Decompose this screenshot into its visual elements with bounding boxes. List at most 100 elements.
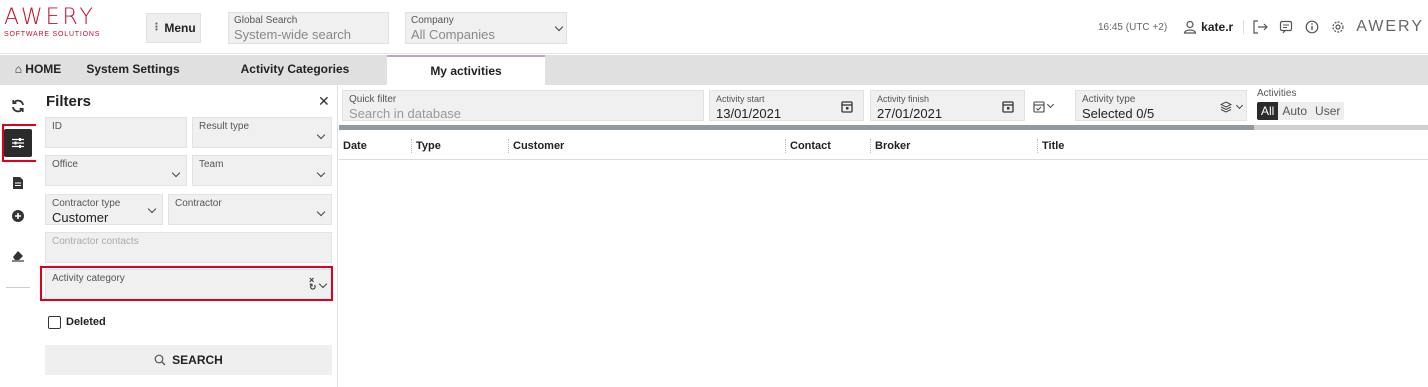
contractor-select[interactable]: Contractor — [168, 194, 332, 225]
logout-icon[interactable] — [1252, 19, 1269, 35]
calendar-icon[interactable] — [841, 100, 853, 113]
tab-my-activities[interactable]: My activities — [387, 55, 545, 85]
tab-system-settings-label: System Settings — [86, 62, 180, 76]
tab-my-activities-label: My activities — [430, 64, 502, 78]
plus-circle-icon — [12, 210, 24, 222]
top-right-controls: 16:45 (UTC +2) kate.r AWERY — [1098, 0, 1428, 54]
activity-start-value: 13/01/2021 — [716, 106, 782, 121]
tab-activity-categories-label: Activity Categories — [240, 62, 350, 76]
search-icon — [154, 354, 166, 366]
global-search-placeholder: System-wide search — [234, 27, 352, 42]
contractor-type-value: Customer — [52, 210, 109, 225]
menu-button[interactable]: ⋮ Menu — [146, 13, 201, 43]
refresh-button[interactable] — [4, 92, 32, 120]
home-icon: ⌂ — [14, 62, 22, 76]
rail-divider — [6, 287, 30, 288]
activities-option-all[interactable]: All — [1257, 102, 1279, 120]
company-select[interactable]: Company All Companies — [405, 12, 567, 44]
tab-home[interactable]: ⌂ HOME — [8, 55, 68, 85]
awery-logo[interactable]: AWERY SOFTWARE SOLUTIONS — [4, 5, 101, 39]
activities-option-auto[interactable]: Auto — [1278, 102, 1312, 120]
team-select[interactable]: Team — [192, 155, 332, 186]
user-icon — [1183, 20, 1197, 34]
global-search-input[interactable]: Global Search System-wide search — [228, 12, 389, 44]
chevron-down-icon — [316, 207, 326, 217]
contractor-type-label: Contractor type — [52, 198, 121, 209]
company-value: All Companies — [411, 27, 495, 42]
filters-panel: Filters ✕ ID Result type Office Team Con… — [36, 85, 338, 387]
activity-start-input[interactable]: Activity start 13/01/2021 — [709, 90, 864, 121]
user-menu[interactable]: kate.r — [1183, 20, 1245, 34]
filters-title: Filters — [46, 93, 92, 110]
column-header-contact[interactable]: Contact — [785, 139, 831, 153]
info-icon[interactable] — [1304, 19, 1320, 35]
tab-activity-categories[interactable]: Activity Categories — [236, 55, 354, 85]
contractor-contacts-label: Contractor contacts — [52, 236, 139, 247]
chevron-down-icon — [171, 168, 181, 178]
column-header-title[interactable]: Title — [1037, 139, 1064, 153]
chevron-down-icon — [1046, 100, 1055, 108]
menu-dots-icon: ⋮ — [151, 22, 161, 33]
contractor-contacts-input[interactable]: Contractor contacts — [45, 232, 332, 263]
result-type-label: Result type — [199, 121, 250, 132]
column-header-type[interactable]: Type — [411, 139, 441, 153]
quick-filter-label: Quick filter — [349, 94, 397, 105]
activities-toggle: All Auto User — [1257, 102, 1345, 120]
menu-label: Menu — [164, 21, 196, 35]
refresh-icon — [12, 99, 24, 113]
result-type-select[interactable]: Result type — [192, 117, 332, 148]
quick-filter-input[interactable]: Quick filter Search in database — [342, 90, 704, 121]
chevron-down-icon — [554, 22, 564, 32]
office-select[interactable]: Office — [45, 155, 187, 186]
close-icon[interactable]: ✕ — [318, 93, 330, 110]
tab-bar: ⌂ HOME System Settings Activity Categori… — [0, 55, 1428, 85]
awery-small-logo: AWERY — [1356, 18, 1424, 35]
activities-label: Activities — [1257, 88, 1297, 99]
column-header-customer[interactable]: Customer — [508, 139, 564, 153]
search-label: SEARCH — [172, 353, 223, 367]
search-button[interactable]: SEARCH — [45, 345, 332, 375]
top-bar: AWERY SOFTWARE SOLUTIONS ⋮ Menu Global S… — [0, 0, 1428, 54]
logo-main-text: AWERY — [4, 5, 96, 30]
activities-option-user[interactable]: User — [1311, 102, 1345, 120]
add-button[interactable] — [4, 202, 32, 230]
calendar-icon[interactable] — [1002, 100, 1014, 113]
contractor-label: Contractor — [175, 198, 222, 209]
activity-start-label: Activity start — [716, 94, 765, 104]
deleted-checkbox[interactable] — [48, 316, 61, 329]
column-header-date[interactable]: Date — [343, 139, 367, 153]
clear-filters-button[interactable] — [4, 241, 32, 269]
activity-type-label: Activity type — [1082, 94, 1136, 105]
calendar-check-icon — [1033, 100, 1045, 113]
activities-table-header: Date Type Customer Contact Broker Title — [339, 133, 1428, 160]
column-header-broker[interactable]: Broker — [870, 139, 910, 153]
progress-fill — [339, 125, 1254, 130]
chevron-down-icon — [147, 204, 157, 214]
activity-finish-value: 27/01/2021 — [877, 106, 943, 121]
activity-type-value: Selected 0/5 — [1082, 106, 1155, 121]
activities-toolbar: Quick filter Search in database Activity… — [339, 85, 1428, 125]
activity-category-highlight — [40, 266, 333, 301]
quick-filter-placeholder: Search in database — [349, 106, 462, 121]
date-preset-button[interactable] — [1033, 98, 1063, 114]
deleted-label: Deleted — [66, 316, 106, 328]
export-document-button[interactable] — [4, 169, 32, 197]
office-label: Office — [52, 159, 78, 170]
tab-home-label: HOME — [25, 62, 62, 76]
tab-system-settings[interactable]: System Settings — [78, 55, 188, 85]
eraser-icon — [12, 251, 24, 262]
contractor-type-select[interactable]: Contractor type Customer — [45, 194, 163, 225]
activity-finish-input[interactable]: Activity finish 27/01/2021 — [870, 90, 1025, 121]
document-icon — [13, 177, 23, 189]
username: kate.r — [1201, 20, 1234, 34]
clock: 16:45 (UTC +2) — [1097, 21, 1168, 33]
chat-icon[interactable] — [1278, 19, 1294, 35]
gear-icon[interactable] — [1330, 19, 1346, 35]
logo-sub-text: SOFTWARE SOLUTIONS — [4, 31, 101, 38]
id-input[interactable]: ID — [45, 117, 187, 148]
global-search-label: Global Search — [234, 15, 298, 26]
chevron-down-icon — [316, 168, 326, 178]
activity-finish-label: Activity finish — [877, 94, 930, 104]
activity-type-select[interactable]: Activity type Selected 0/5 — [1075, 90, 1247, 121]
layers-icon — [1220, 101, 1232, 113]
